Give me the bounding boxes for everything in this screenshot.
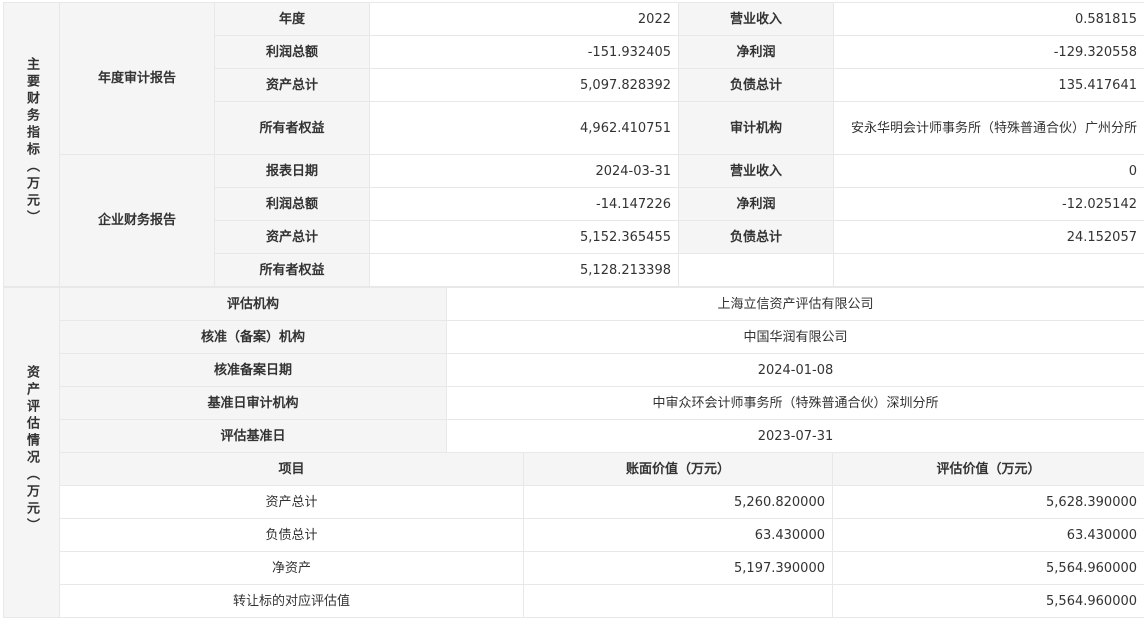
row-book-value: 63.430000 — [524, 519, 833, 552]
field-value: 5,152.365455 — [370, 221, 679, 254]
field-value: 4,962.410751 — [370, 102, 679, 155]
field-label: 营业收入 — [679, 3, 834, 36]
empty-cell — [679, 254, 834, 287]
row-appraised-value: 5,564.960000 — [833, 552, 1144, 585]
field-label: 审计机构 — [679, 102, 834, 155]
field-value: -12.025142 — [834, 188, 1144, 221]
field-value: 0.581815 — [834, 3, 1144, 36]
row-item: 资产总计 — [60, 486, 524, 519]
field-label: 报表日期 — [215, 155, 370, 188]
info-label: 核准备案日期 — [60, 354, 447, 387]
field-value: 135.417641 — [834, 69, 1144, 102]
row-book-value — [524, 585, 833, 618]
enterprise-financial-report-label: 企业财务报告 — [60, 155, 215, 287]
row-appraised-value: 5,628.390000 — [833, 486, 1144, 519]
field-value: -14.147226 — [370, 188, 679, 221]
table-row: 资产总计 5,260.820000 5,628.390000 — [4, 486, 1144, 519]
empty-cell — [834, 254, 1144, 287]
row-appraised-value: 5,564.960000 — [833, 585, 1144, 618]
info-label: 核准（备案）机构 — [60, 321, 447, 354]
field-value: -129.320558 — [834, 36, 1144, 69]
field-value: 24.152057 — [834, 221, 1144, 254]
row-appraised-value: 63.430000 — [833, 519, 1144, 552]
field-label: 年度 — [215, 3, 370, 36]
base-date-audit-firm-value: 中审众环会计师事务所（特殊普通合伙）深圳分所 — [447, 387, 1144, 420]
table-row: 负债总计 63.430000 63.430000 — [4, 519, 1144, 552]
row-item: 转让标的对应评估值 — [60, 585, 524, 618]
asset-appraisal-side-label: 资产评估情况（万元） — [4, 288, 60, 618]
approval-date-value: 2024-01-08 — [447, 354, 1144, 387]
field-label: 负债总计 — [679, 69, 834, 102]
field-label: 净利润 — [679, 188, 834, 221]
field-label: 营业收入 — [679, 155, 834, 188]
row-book-value: 5,197.390000 — [524, 552, 833, 585]
field-label: 所有者权益 — [215, 254, 370, 287]
appraisal-base-date-value: 2023-07-31 — [447, 420, 1144, 453]
annual-audit-report-label: 年度审计报告 — [60, 3, 215, 155]
field-label: 净利润 — [679, 36, 834, 69]
row-book-value: 5,260.820000 — [524, 486, 833, 519]
column-header-book-value: 账面价值（万元） — [524, 453, 833, 486]
field-label: 利润总额 — [215, 188, 370, 221]
audit-firm-value: 安永华明会计师事务所（特殊普通合伙）广州分所 — [834, 102, 1144, 155]
field-value: 0 — [834, 155, 1144, 188]
asset-appraisal-table: 资产评估情况（万元） 评估机构 上海立信资产评估有限公司 核准（备案）机构 中国… — [3, 287, 1144, 618]
table-row: 转让标的对应评估值 5,564.960000 — [4, 585, 1144, 618]
field-label: 负债总计 — [679, 221, 834, 254]
field-value: 2024-03-31 — [370, 155, 679, 188]
financial-indicators-table: 主要财务指标（万元） 年度审计报告 年度 2022 营业收入 0.581815 … — [3, 2, 1144, 287]
info-label: 基准日审计机构 — [60, 387, 447, 420]
row-item: 净资产 — [60, 552, 524, 585]
field-label: 资产总计 — [215, 69, 370, 102]
info-label: 评估基准日 — [60, 420, 447, 453]
info-label: 评估机构 — [60, 288, 447, 321]
field-value: 5,128.213398 — [370, 254, 679, 287]
field-value: -151.932405 — [370, 36, 679, 69]
financial-indicators-side-label: 主要财务指标（万元） — [4, 3, 60, 287]
table-row: 净资产 5,197.390000 5,564.960000 — [4, 552, 1144, 585]
field-label: 利润总额 — [215, 36, 370, 69]
appraisal-agency-value: 上海立信资产评估有限公司 — [447, 288, 1144, 321]
field-value: 2022 — [370, 3, 679, 36]
approval-agency-value: 中国华润有限公司 — [447, 321, 1144, 354]
column-header-appraised-value: 评估价值（万元） — [833, 453, 1144, 486]
field-label: 资产总计 — [215, 221, 370, 254]
field-value: 5,097.828392 — [370, 69, 679, 102]
field-label: 所有者权益 — [215, 102, 370, 155]
column-header-item: 项目 — [60, 453, 524, 486]
row-item: 负债总计 — [60, 519, 524, 552]
